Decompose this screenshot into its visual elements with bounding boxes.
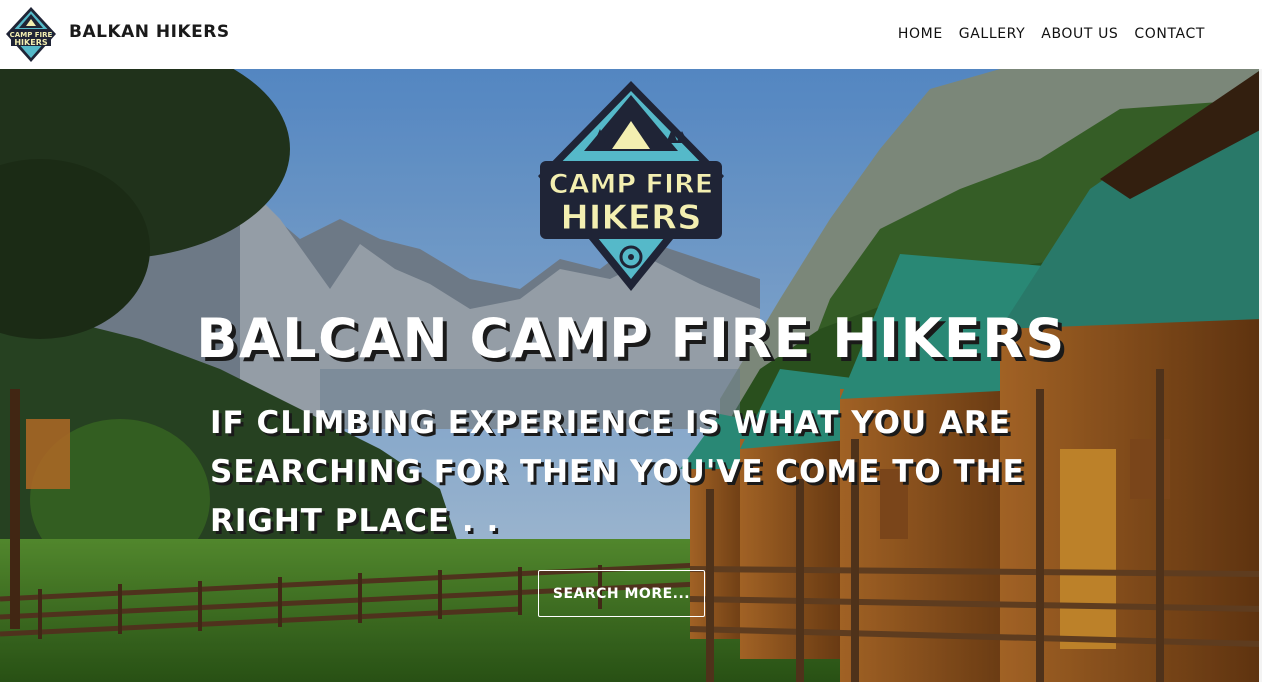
- nav-contact-link[interactable]: CONTACT: [1134, 26, 1205, 42]
- top-navbar: CAMP FIRE HIKERS BALKAN HIKERS HOME GALL…: [0, 0, 1262, 69]
- hero-logo-icon: CAMP FIRE HIKERS: [538, 81, 724, 291]
- nav-home-link[interactable]: HOME: [898, 26, 943, 42]
- svg-text:HIKERS: HIKERS: [14, 38, 47, 47]
- svg-text:HIKERS: HIKERS: [560, 198, 701, 238]
- hero-subtitle-line: RIGHT PLACE . .: [210, 503, 500, 539]
- main-nav: HOME GALLERY ABOUT US CONTACT: [898, 26, 1205, 42]
- hero-subtitle: IF CLIMBING EXPERIENCE IS WHAT YOU ARE S…: [210, 399, 1030, 546]
- brand-logo-icon[interactable]: CAMP FIRE HIKERS: [5, 6, 57, 63]
- hero-subtitle-line: SEARCHING FOR THEN YOU'VE COME TO THE: [210, 454, 1025, 490]
- hero-title: BALCAN CAMP FIRE HIKERS: [196, 307, 1066, 370]
- brand-name[interactable]: BALKAN HIKERS: [69, 22, 230, 42]
- hero-subtitle-line: IF CLIMBING EXPERIENCE IS WHAT YOU ARE: [210, 405, 1011, 441]
- search-more-button[interactable]: SEARCH MORE...: [538, 570, 705, 617]
- nav-gallery-link[interactable]: GALLERY: [959, 26, 1025, 42]
- svg-text:CAMP FIRE: CAMP FIRE: [549, 169, 714, 200]
- nav-about-link[interactable]: ABOUT US: [1041, 26, 1118, 42]
- hero-section: CAMP FIRE HIKERS BALCAN CAMP FIRE HIKERS…: [0, 69, 1262, 682]
